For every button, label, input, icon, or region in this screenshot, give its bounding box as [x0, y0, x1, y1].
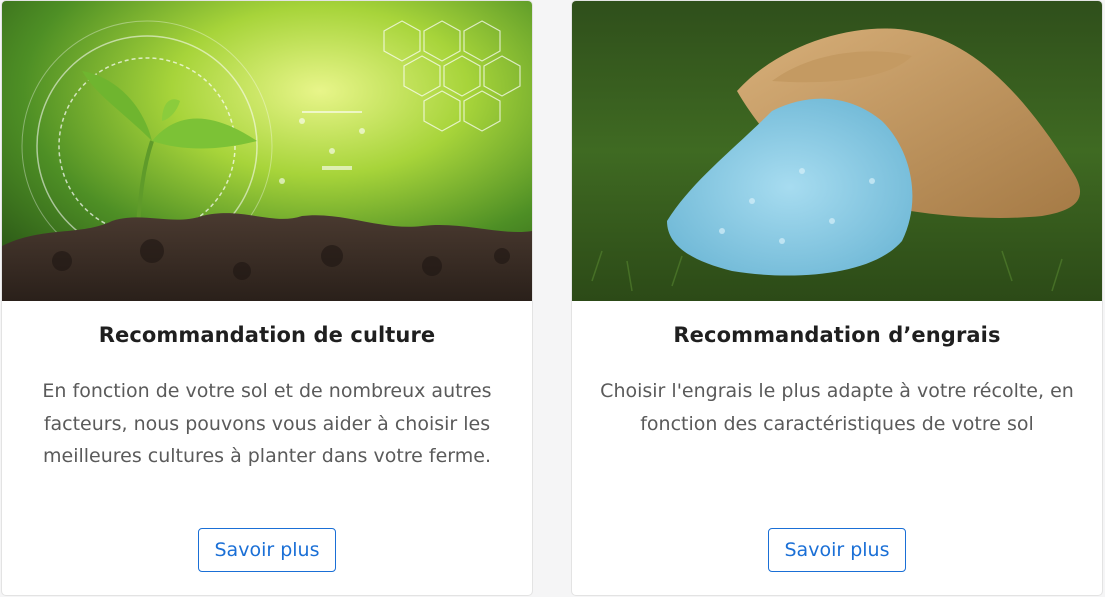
- card-fertilizer-recommendation: Recommandation d’engrais Choisir l'engra…: [571, 0, 1103, 596]
- learn-more-button[interactable]: Savoir plus: [198, 528, 336, 572]
- fertilizer-bag-image: [572, 1, 1102, 301]
- card-title: Recommandation de culture: [98, 323, 436, 347]
- card-crop-recommendation: Recommandation de culture En fonction de…: [1, 0, 533, 596]
- seedling-technology-image: [2, 1, 532, 301]
- card-title: Recommandation d’engrais: [673, 323, 1001, 347]
- learn-more-button[interactable]: Savoir plus: [768, 528, 906, 572]
- cards-container: Recommandation de culture En fonction de…: [0, 0, 1105, 597]
- card-description: En fonction de votre sol et de nombreux …: [42, 380, 492, 467]
- card-description: Choisir l'engrais le plus adapte à votre…: [600, 380, 1074, 435]
